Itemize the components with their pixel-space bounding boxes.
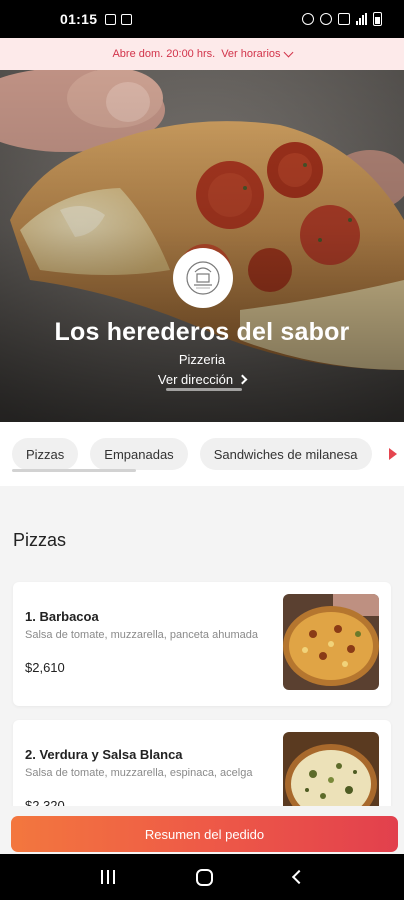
- category-tabs-row: Pizzas Empanadas Sandwiches de milanesa: [12, 438, 372, 470]
- logo-emblem-icon: [186, 261, 220, 295]
- order-summary-label: Resumen del pedido: [144, 826, 265, 842]
- product-price: $2,610: [25, 660, 65, 675]
- status-left-icons: [105, 13, 133, 25]
- app-icon: [121, 13, 133, 25]
- opening-hours-text: Abre dom. 20:00 hrs.: [112, 48, 216, 60]
- chevron-down-icon: [283, 47, 293, 57]
- section-title: Pizzas: [13, 530, 67, 550]
- chevron-right-icon: [237, 374, 248, 385]
- recents-icon[interactable]: [100, 870, 115, 884]
- hero-banner: Los herederos del sabor Pizzeria Ver dir…: [0, 70, 404, 422]
- category-tabs: Pizzas Empanadas Sandwiches de milanesa: [0, 422, 404, 486]
- view-hours-label: Ver horarios: [221, 48, 281, 60]
- home-icon[interactable]: [195, 868, 213, 886]
- restaurant-name: Los herederos del sabor: [54, 318, 350, 346]
- battery-icon: [373, 12, 382, 26]
- back-icon[interactable]: [291, 869, 306, 885]
- order-summary-button[interactable]: Resumen del pedido: [11, 816, 398, 852]
- tab-pizzas[interactable]: Pizzas: [12, 438, 79, 470]
- restaurant-category: Pizzeria: [178, 352, 226, 367]
- order-summary-bar: Resumen del pedido: [0, 806, 404, 854]
- product-name: 2. Verdura y Salsa Blanca: [25, 747, 183, 762]
- tabs-scroll-right-button[interactable]: [382, 438, 404, 470]
- product-description: Salsa de tomate, muzzarella, panceta ahu…: [25, 629, 258, 641]
- alarm-icon: [302, 13, 314, 25]
- tabs-scroll-indicator: [12, 469, 136, 472]
- tab-sandwiches-de-milanesa[interactable]: Sandwiches de milanesa: [199, 438, 372, 470]
- product-name: 1. Barbacoa: [25, 609, 99, 624]
- tab-label: Empanadas: [104, 446, 174, 462]
- restaurant-logo: [173, 248, 233, 308]
- tab-empanadas[interactable]: Empanadas: [90, 438, 188, 470]
- hours-banner: Abre dom. 20:00 hrs. Ver horarios: [0, 38, 404, 70]
- product-description: Salsa de tomate, muzzarella, espinaca, a…: [25, 767, 253, 779]
- nfc-icon: [338, 13, 350, 25]
- status-right-icons: [302, 12, 382, 26]
- arrow-right-icon: [389, 448, 397, 460]
- product-image: [283, 594, 379, 690]
- tab-label: Pizzas: [26, 446, 65, 462]
- wifi-icon: [320, 13, 332, 25]
- view-hours-link[interactable]: Ver horarios: [221, 47, 293, 60]
- gallery-icon: [105, 13, 117, 25]
- status-bar: 01:15: [0, 0, 404, 38]
- signal-icon: [356, 13, 367, 25]
- tab-label: Sandwiches de milanesa: [213, 446, 358, 462]
- app-screen: 01:15 Abre dom. 20:00 hrs. Ver horarios: [0, 0, 404, 900]
- status-time: 01:15: [60, 11, 98, 27]
- system-nav-bar: [0, 854, 404, 900]
- pizza-barbacoa-photo: [283, 594, 379, 690]
- address-underline: [166, 388, 242, 391]
- view-address-link[interactable]: Ver dirección: [0, 372, 404, 387]
- view-address-label: Ver dirección: [157, 372, 234, 387]
- product-card[interactable]: 1. Barbacoa Salsa de tomate, muzzarella,…: [13, 582, 391, 706]
- hero-overlay: [0, 70, 404, 422]
